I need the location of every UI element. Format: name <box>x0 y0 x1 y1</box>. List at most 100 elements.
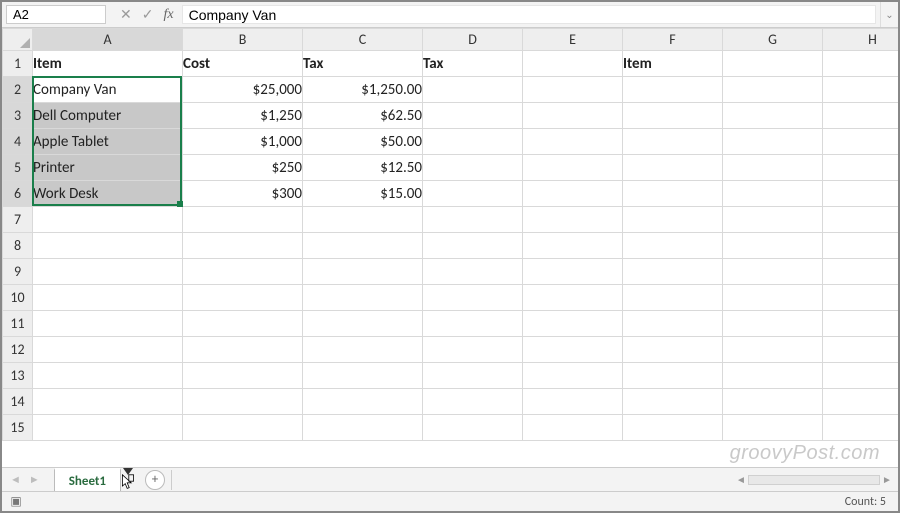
cell[interactable] <box>723 259 823 285</box>
row-header-7[interactable]: 7 <box>3 207 33 233</box>
cell[interactable] <box>183 311 303 337</box>
cell[interactable] <box>303 389 423 415</box>
row-header-13[interactable]: 13 <box>3 363 33 389</box>
cell[interactable] <box>183 285 303 311</box>
cell[interactable] <box>723 155 823 181</box>
row-header-2[interactable]: 2 <box>3 77 33 103</box>
cell[interactable] <box>523 155 623 181</box>
cell[interactable] <box>423 181 523 207</box>
cell[interactable]: Company Van <box>33 77 183 103</box>
cell[interactable] <box>623 363 723 389</box>
horizontal-scrollbar[interactable]: ◄ ► <box>734 473 894 487</box>
cell[interactable] <box>823 155 899 181</box>
cell[interactable]: Apple Tablet <box>33 129 183 155</box>
select-all-corner[interactable] <box>3 29 33 51</box>
cell[interactable]: Printer <box>33 155 183 181</box>
cell[interactable]: $50.00 <box>303 129 423 155</box>
cell[interactable] <box>523 207 623 233</box>
cancel-icon[interactable]: ✕ <box>120 6 132 23</box>
cell[interactable] <box>623 77 723 103</box>
cell[interactable] <box>303 259 423 285</box>
cell[interactable] <box>423 207 523 233</box>
cell[interactable] <box>823 363 899 389</box>
row-header-9[interactable]: 9 <box>3 259 33 285</box>
cell[interactable] <box>623 337 723 363</box>
cell[interactable] <box>183 389 303 415</box>
cell[interactable] <box>723 207 823 233</box>
cell[interactable] <box>723 103 823 129</box>
cell[interactable]: $12.50 <box>303 155 423 181</box>
cell[interactable] <box>523 389 623 415</box>
cell[interactable] <box>423 103 523 129</box>
macro-record-icon[interactable]: ▣ <box>8 495 24 509</box>
row-header-5[interactable]: 5 <box>3 155 33 181</box>
row-header-12[interactable]: 12 <box>3 337 33 363</box>
cell[interactable] <box>823 389 899 415</box>
cell[interactable] <box>723 181 823 207</box>
cell[interactable] <box>523 103 623 129</box>
cell[interactable] <box>303 311 423 337</box>
column-header-D[interactable]: D <box>423 29 523 51</box>
cell[interactable] <box>823 337 899 363</box>
fx-icon[interactable]: fx <box>163 7 173 23</box>
cell[interactable] <box>33 311 183 337</box>
cell[interactable] <box>423 311 523 337</box>
cell[interactable]: Cost <box>183 51 303 77</box>
cell[interactable] <box>523 363 623 389</box>
cell[interactable] <box>33 389 183 415</box>
cell[interactable] <box>183 363 303 389</box>
column-header-F[interactable]: F <box>623 29 723 51</box>
cell[interactable] <box>523 311 623 337</box>
cell[interactable] <box>823 181 899 207</box>
row-header-11[interactable]: 11 <box>3 311 33 337</box>
cell[interactable] <box>623 415 723 441</box>
cell[interactable] <box>303 415 423 441</box>
cell[interactable] <box>423 233 523 259</box>
cell[interactable] <box>33 415 183 441</box>
cell[interactable] <box>33 207 183 233</box>
cell[interactable] <box>523 337 623 363</box>
cell[interactable] <box>183 415 303 441</box>
cell[interactable] <box>823 259 899 285</box>
cell[interactable] <box>523 233 623 259</box>
column-header-G[interactable]: G <box>723 29 823 51</box>
cell[interactable] <box>823 129 899 155</box>
cell[interactable] <box>423 77 523 103</box>
cell[interactable] <box>623 155 723 181</box>
cell[interactable] <box>623 233 723 259</box>
row-header-1[interactable]: 1 <box>3 51 33 77</box>
cell[interactable] <box>523 415 623 441</box>
cell[interactable]: Tax <box>423 51 523 77</box>
cell[interactable] <box>523 285 623 311</box>
cell[interactable] <box>723 77 823 103</box>
cell[interactable] <box>183 259 303 285</box>
cell[interactable] <box>523 259 623 285</box>
cell[interactable] <box>523 181 623 207</box>
cell[interactable] <box>723 311 823 337</box>
formula-input[interactable] <box>182 5 876 24</box>
scroll-right-icon[interactable]: ► <box>880 473 894 486</box>
cell[interactable] <box>423 259 523 285</box>
cell[interactable] <box>623 181 723 207</box>
name-box[interactable]: ▼ <box>6 5 106 24</box>
cell[interactable] <box>423 363 523 389</box>
cell[interactable] <box>623 207 723 233</box>
cell[interactable] <box>423 155 523 181</box>
cell[interactable] <box>183 337 303 363</box>
row-header-15[interactable]: 15 <box>3 415 33 441</box>
cell[interactable]: Item <box>623 51 723 77</box>
cell[interactable] <box>623 103 723 129</box>
cell[interactable] <box>303 207 423 233</box>
cell[interactable] <box>183 207 303 233</box>
row-header-4[interactable]: 4 <box>3 129 33 155</box>
cell[interactable]: $1,250.00 <box>303 77 423 103</box>
cell[interactable] <box>423 129 523 155</box>
cell[interactable] <box>423 337 523 363</box>
cell[interactable] <box>723 233 823 259</box>
sheet-tab[interactable]: Sheet1 <box>54 468 121 492</box>
cell[interactable]: Tax <box>303 51 423 77</box>
cell[interactable]: $1,000 <box>183 129 303 155</box>
column-header-E[interactable]: E <box>523 29 623 51</box>
cell[interactable] <box>623 285 723 311</box>
column-header-A[interactable]: A <box>33 29 183 51</box>
